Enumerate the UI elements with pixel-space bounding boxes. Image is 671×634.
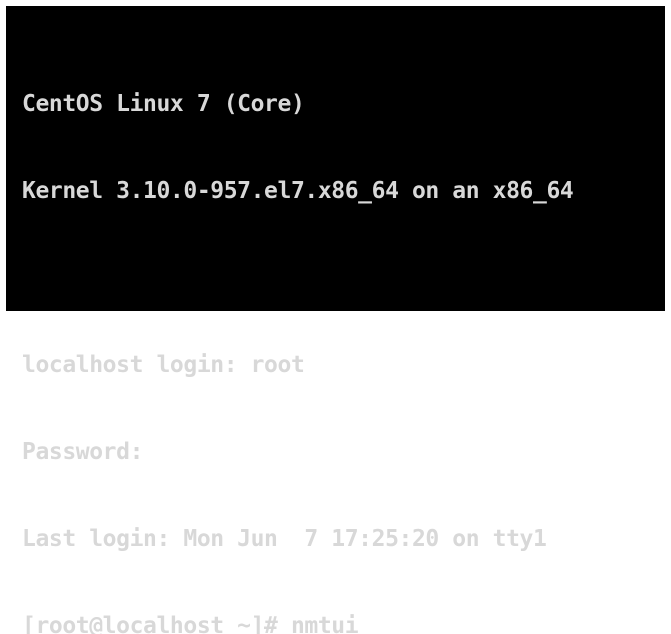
terminal-console[interactable]: CentOS Linux 7 (Core) Kernel 3.10.0-957.… — [6, 6, 665, 634]
login-prompt-line: localhost login: root — [22, 352, 305, 378]
password-prompt-line: Password: — [22, 439, 144, 465]
last-login-line: Last login: Mon Jun 7 17:25:20 on tty1 — [22, 526, 547, 552]
os-banner-line: CentOS Linux 7 (Core) — [22, 91, 305, 117]
kernel-banner-line: Kernel 3.10.0-957.el7.x86_64 on an x86_6… — [22, 178, 574, 204]
shell-command-line[interactable]: [root@localhost ~]# nmtui — [22, 612, 665, 634]
screenshot-frame: CentOS Linux 7 (Core) Kernel 3.10.0-957.… — [0, 0, 671, 634]
